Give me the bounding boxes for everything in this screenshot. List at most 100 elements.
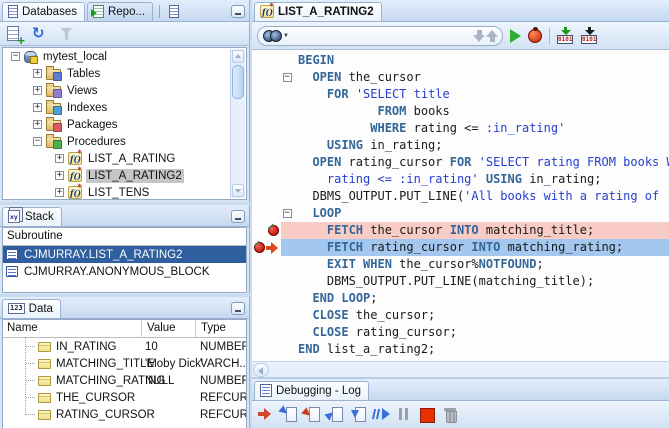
expand-box-icon[interactable] bbox=[33, 86, 42, 95]
pause-icon[interactable] bbox=[395, 406, 414, 422]
tab-debugging-log[interactable]: Debugging - Log bbox=[254, 381, 370, 400]
code-line-6[interactable]: USING in_rating; bbox=[252, 137, 669, 154]
refresh-icon[interactable] bbox=[31, 24, 50, 43]
gutter-cell[interactable] bbox=[252, 205, 281, 222]
code-line-4[interactable]: FROM books bbox=[252, 103, 669, 120]
compile-icon[interactable]: 0101 bbox=[557, 27, 574, 44]
gutter-cell[interactable] bbox=[252, 341, 281, 358]
gutter-cell[interactable] bbox=[252, 103, 281, 120]
tree-item-list_a_rating[interactable]: LIST_A_RATING bbox=[3, 150, 246, 167]
code-line-13[interactable]: EXIT WHEN the_cursor%NOTFOUND; bbox=[252, 256, 669, 273]
editor-hscrollbar[interactable] bbox=[252, 361, 669, 377]
step-to-end-icon[interactable] bbox=[349, 406, 368, 422]
code-line-7[interactable]: OPEN rating_cursor FOR 'SELECT rating FR… bbox=[252, 154, 669, 171]
gutter-cell[interactable] bbox=[252, 239, 281, 256]
gutter-cell[interactable] bbox=[252, 307, 281, 324]
code-line-12[interactable]: FETCH rating_cursor INTO matching_rating… bbox=[252, 239, 669, 256]
code-line-1[interactable]: BEGIN bbox=[252, 52, 669, 69]
db-tree[interactable]: mytest_local Tables Views Indexes Packages Pr… bbox=[2, 47, 247, 200]
code-line-5[interactable]: WHERE rating <= :in_rating' bbox=[252, 120, 669, 137]
tab-data[interactable]: 123 Data bbox=[2, 299, 61, 318]
terminate-icon[interactable] bbox=[418, 406, 437, 423]
gutter-cell[interactable] bbox=[252, 256, 281, 273]
expand-box-icon[interactable] bbox=[55, 154, 64, 163]
tab-list-a-rating2[interactable]: LIST_A_RATING2 bbox=[254, 2, 382, 21]
scrollbar-thumb[interactable] bbox=[232, 65, 244, 99]
find-execution-point-icon[interactable] bbox=[257, 406, 276, 422]
collapse-box-icon[interactable] bbox=[11, 52, 20, 61]
gutter-cell[interactable] bbox=[252, 154, 281, 171]
breakpoint-icon[interactable] bbox=[253, 240, 265, 253]
find-previous-icon[interactable] bbox=[473, 28, 486, 44]
expand-box-icon[interactable] bbox=[55, 188, 64, 197]
tree-item-procedures[interactable]: Procedures bbox=[3, 133, 246, 150]
collapse-box-icon[interactable] bbox=[33, 137, 42, 146]
data-row-the_cursor[interactable]: THE_CURSOR REFCUR... bbox=[3, 389, 246, 406]
resume-icon[interactable] bbox=[372, 406, 391, 422]
tree-scrollbar[interactable] bbox=[230, 49, 245, 198]
expand-box-icon[interactable] bbox=[33, 120, 42, 129]
gutter-cell[interactable] bbox=[252, 273, 281, 290]
code-line-14[interactable]: DBMS_OUTPUT.PUT_LINE(matching_title); bbox=[252, 273, 669, 290]
code-line-3[interactable]: FOR 'SELECT title bbox=[252, 86, 669, 103]
find-next-icon[interactable] bbox=[486, 28, 499, 44]
minimize-databases-panel-button[interactable] bbox=[231, 5, 245, 18]
step-over-icon[interactable] bbox=[280, 406, 299, 422]
code-line-17[interactable]: CLOSE rating_cursor; bbox=[252, 324, 669, 341]
code-line-11[interactable]: FETCH the_cursor INTO matching_title; bbox=[252, 222, 669, 239]
step-into-icon[interactable] bbox=[303, 406, 322, 422]
scroll-up-icon[interactable] bbox=[232, 50, 244, 63]
tab-databases[interactable]: Databases bbox=[2, 2, 85, 21]
gutter-cell[interactable] bbox=[252, 171, 281, 188]
expand-box-icon[interactable] bbox=[33, 103, 42, 112]
tree-item-indexes[interactable]: Indexes bbox=[3, 99, 246, 116]
gutter-cell[interactable] bbox=[252, 120, 281, 137]
gutter-cell[interactable] bbox=[252, 290, 281, 307]
minimize-stack-panel-button[interactable] bbox=[231, 210, 245, 223]
data-row-rating_cursor[interactable]: RATING_CURSOR REFCUR... bbox=[3, 406, 246, 423]
code-line-2[interactable]: OPEN the_cursor bbox=[252, 69, 669, 86]
tree-item-list_tens[interactable]: LIST_TENS bbox=[3, 184, 246, 199]
code-line-9[interactable]: DBMS_OUTPUT.PUT_LINE('All books with a r… bbox=[252, 188, 669, 205]
gutter-cell[interactable] bbox=[252, 188, 281, 205]
debug-icon[interactable] bbox=[528, 26, 542, 43]
data-row-in_rating[interactable]: IN_RATING 10 NUMBER bbox=[3, 338, 246, 355]
search-binoculars-icon[interactable] bbox=[263, 29, 282, 42]
run-icon[interactable] bbox=[510, 28, 521, 43]
step-out-icon[interactable] bbox=[326, 406, 345, 422]
code-line-16[interactable]: CLOSE the_cursor; bbox=[252, 307, 669, 324]
code-editor[interactable]: BEGIN OPEN the_cursor FOR 'SELECT title … bbox=[252, 50, 669, 361]
tab-stack[interactable]: Stack bbox=[2, 207, 62, 226]
data-row-matching_rating[interactable]: MATCHING_RATING NULL NUMBER bbox=[3, 372, 246, 389]
code-line-8[interactable]: rating <= :in_rating' USING in_rating; bbox=[252, 171, 669, 188]
code-line-10[interactable]: LOOP bbox=[252, 205, 669, 222]
compile-for-debug-icon[interactable]: 0101 bbox=[581, 27, 598, 44]
gutter-cell[interactable] bbox=[252, 52, 281, 69]
code-line-18[interactable]: END list_a_rating2; bbox=[252, 341, 669, 358]
column-header-name[interactable]: Name bbox=[7, 320, 38, 337]
gutter-cell[interactable] bbox=[252, 69, 281, 86]
gutter-cell[interactable] bbox=[252, 324, 281, 341]
expand-box-icon[interactable] bbox=[33, 69, 42, 78]
gutter-cell[interactable] bbox=[252, 137, 281, 154]
gutter-cell[interactable] bbox=[252, 222, 281, 239]
stack-row[interactable]: CJMURRAY.LIST_A_RATING2 bbox=[3, 246, 246, 263]
data-row-matching_title[interactable]: MATCHING_TITLE 'Moby Dick' VARCH... bbox=[3, 355, 246, 372]
tree-item-mytest_local[interactable]: mytest_local bbox=[3, 48, 246, 65]
scroll-left-icon[interactable] bbox=[253, 362, 269, 377]
expand-box-icon[interactable] bbox=[55, 171, 64, 180]
tab-reports[interactable]: Repo... bbox=[86, 2, 154, 21]
tree-item-list_a_rating2[interactable]: LIST_A_RATING2 bbox=[3, 167, 246, 184]
add-document-icon[interactable] bbox=[5, 25, 25, 47]
search-field[interactable] bbox=[257, 25, 503, 46]
code-line-15[interactable]: END LOOP; bbox=[252, 290, 669, 307]
tree-item-tables[interactable]: Tables bbox=[3, 65, 246, 82]
collapse-fold-icon[interactable] bbox=[282, 209, 292, 218]
column-header-value[interactable]: Value bbox=[141, 320, 176, 338]
breakpoint-icon[interactable] bbox=[267, 223, 279, 236]
stack-row[interactable]: CJMURRAY.ANONYMOUS_BLOCK bbox=[3, 263, 246, 280]
minimize-data-panel-button[interactable] bbox=[231, 302, 245, 315]
collapse-fold-icon[interactable] bbox=[282, 73, 292, 82]
scroll-down-icon[interactable] bbox=[232, 184, 244, 197]
column-header-type[interactable]: Type bbox=[195, 320, 226, 338]
